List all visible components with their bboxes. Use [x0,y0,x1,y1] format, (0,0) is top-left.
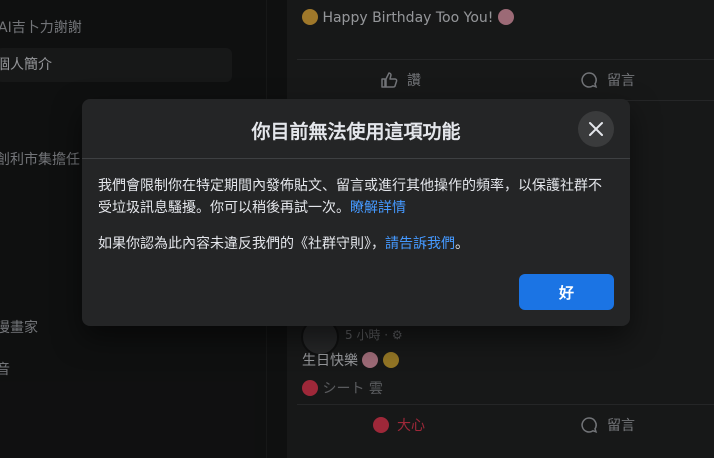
report-link[interactable]: 請告訴我們 [385,236,455,252]
learn-more-link[interactable]: 瞭解詳情 [350,200,406,216]
dialog-title: 你目前無法使用這項功能 [251,121,461,143]
dialog-appeal-text: 如果你認為此內容未違反我們的《社群守則》， [98,236,385,252]
rate-limit-dialog: 你目前無法使用這項功能 我們會限制你在特定期間內發佈貼文、留言或進行其他操作的頻… [82,99,630,326]
dialog-paragraph-1: 我們會限制你在特定期間內發佈貼文、留言或進行其他操作的頻率，以保護社群不受垃圾訊… [98,175,614,219]
dialog-body: 我們會限制你在特定期間內發佈貼文、留言或進行其他操作的頻率，以保護社群不受垃圾訊… [98,175,614,269]
close-icon [589,122,603,136]
dialog-period: 。 [455,236,469,252]
ok-button[interactable]: 好 [519,274,614,310]
dialog-paragraph-2: 如果你認為此內容未違反我們的《社群守則》，請告訴我們。 [98,233,614,255]
close-button[interactable] [578,111,614,147]
dialog-divider [82,158,630,159]
